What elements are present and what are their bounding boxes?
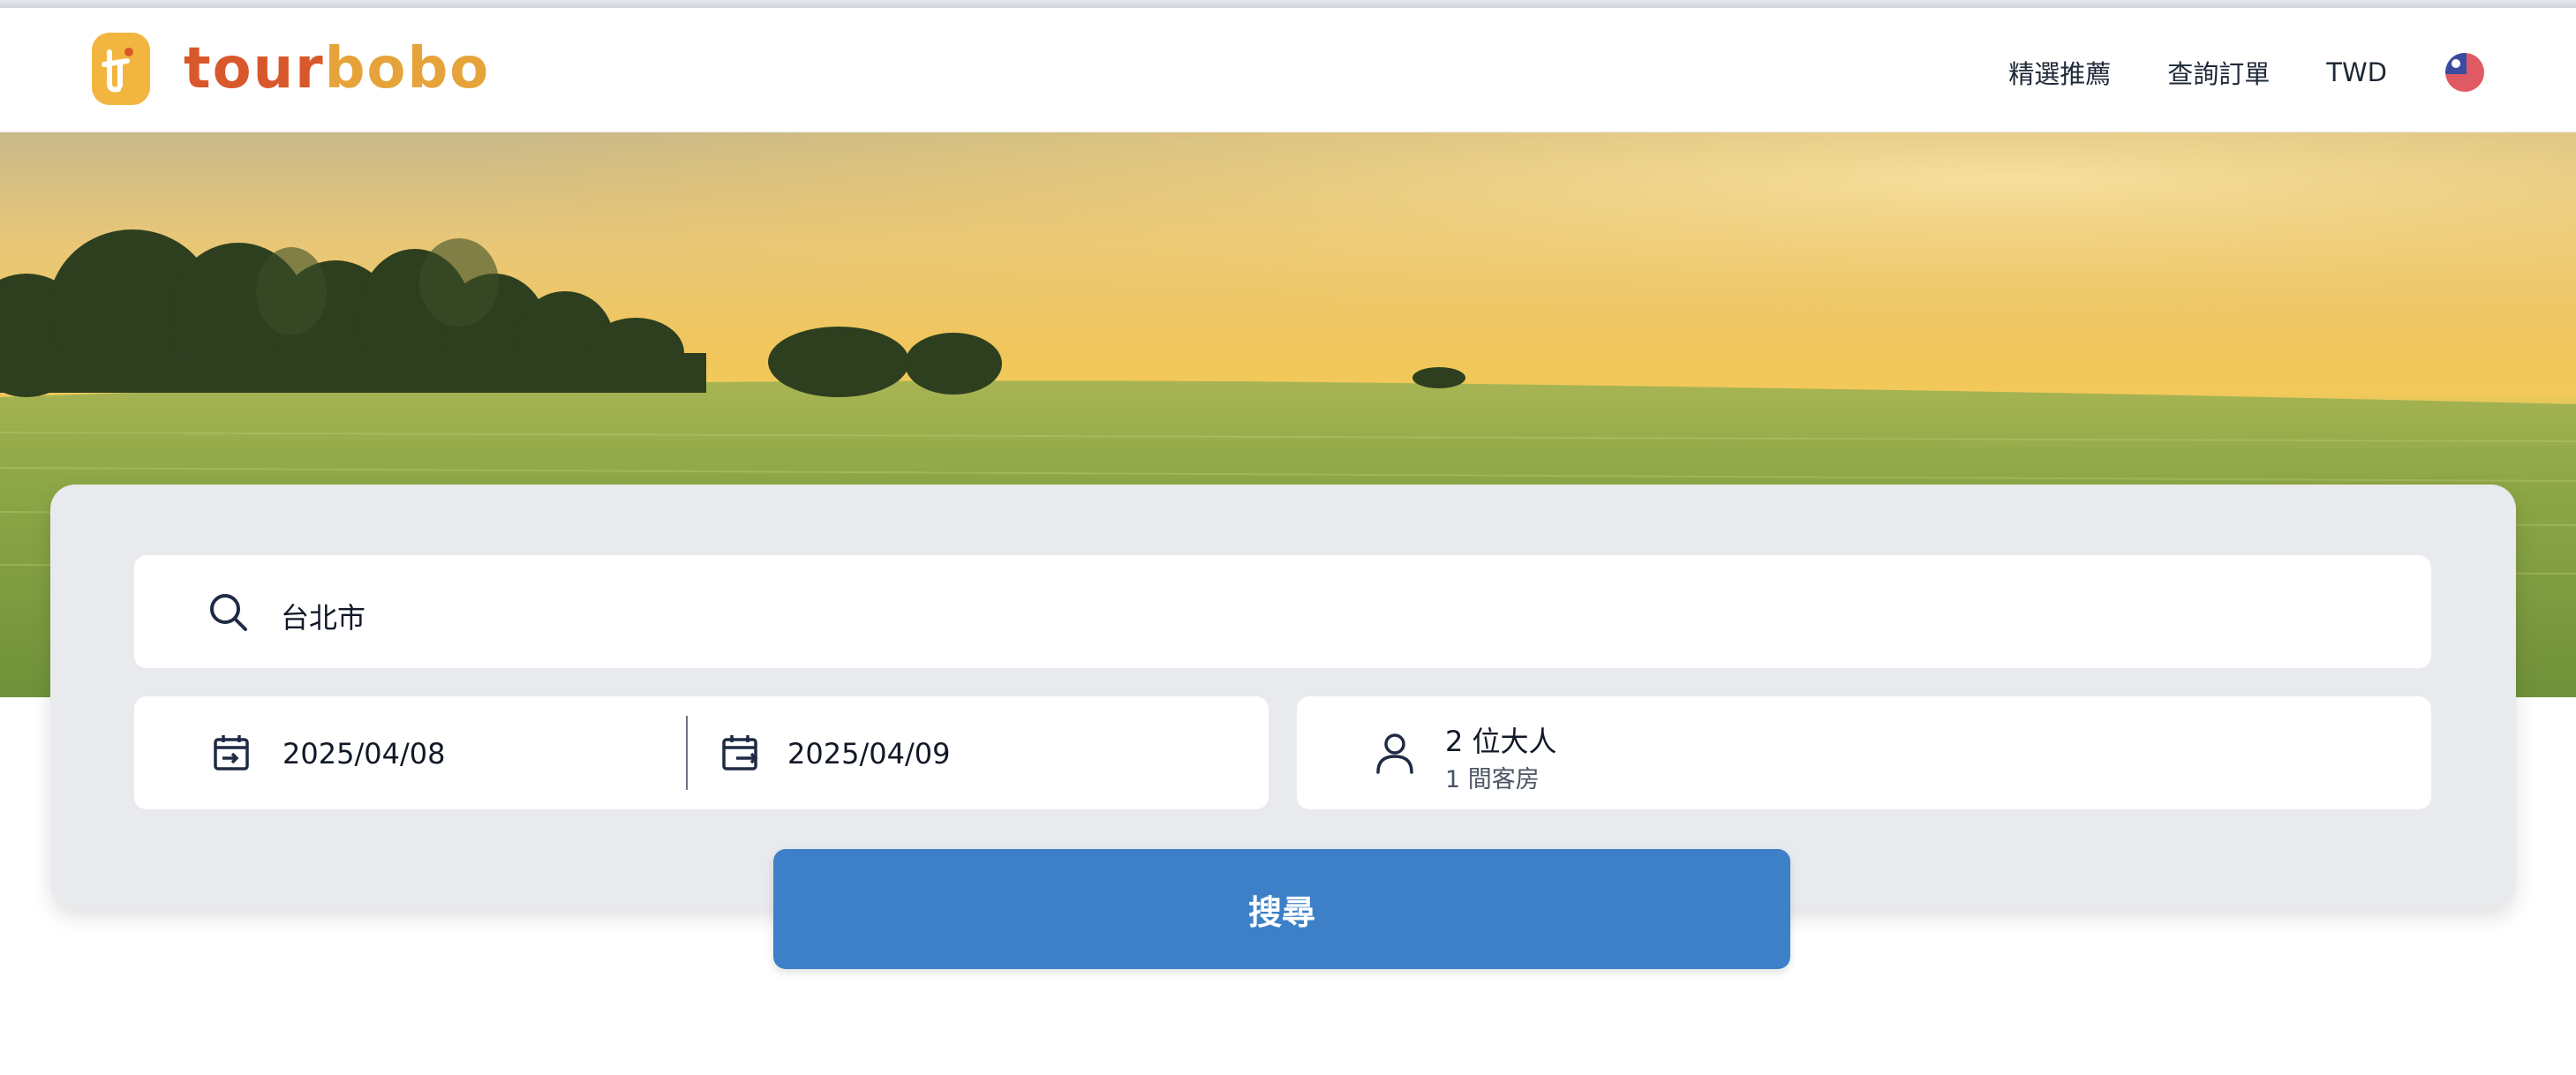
search-panel: 台北市 2025/04/08 2025/04/09 2 位大人 1 間客房 — [50, 485, 2516, 908]
guests-field[interactable]: 2 位大人 1 間客房 — [1297, 696, 2431, 809]
nav-currency[interactable]: TWD — [2326, 57, 2387, 87]
calendar-checkout-icon — [720, 733, 759, 776]
destination-field[interactable]: 台北市 — [134, 555, 2431, 668]
taiwan-flag-icon[interactable] — [2445, 53, 2484, 92]
nav-featured[interactable]: 精選推薦 — [2008, 54, 2111, 91]
guests-rooms-text: 1 間客房 — [1445, 766, 1540, 793]
page: tourbobo 精選推薦 查詢訂單 TWD 台北市 2025/04/08 20… — [0, 0, 2576, 1075]
site-header: tourbobo 精選推薦 查詢訂單 TWD — [0, 8, 2576, 132]
logo[interactable]: tourbobo — [92, 33, 490, 105]
date-range-field: 2025/04/08 2025/04/09 — [134, 696, 1269, 809]
logo-mark-icon — [92, 33, 150, 105]
calendar-checkin-icon — [212, 733, 251, 776]
checkin-date-value: 2025/04/08 — [282, 737, 446, 771]
logo-word-part2: bobo — [324, 36, 491, 101]
checkin-date-field[interactable]: 2025/04/08 — [134, 696, 686, 809]
flag-sun — [2452, 59, 2460, 68]
search-button[interactable]: 搜尋 — [773, 849, 1790, 969]
search-icon — [208, 592, 249, 636]
destination-value: 台北市 — [281, 601, 366, 635]
browser-top-border — [0, 0, 2576, 8]
nav-order-lookup[interactable]: 查詢訂單 — [2167, 54, 2270, 91]
guests-adults-text: 2 位大人 — [1445, 725, 1557, 758]
checkout-date-value: 2025/04/09 — [787, 737, 951, 771]
logo-word-part1: tour — [184, 36, 325, 101]
top-nav: 精選推薦 查詢訂單 TWD — [2008, 53, 2484, 92]
person-icon — [1375, 732, 1415, 779]
checkout-date-field[interactable]: 2025/04/09 — [687, 696, 1269, 809]
logo-wordmark: tourbobo — [184, 41, 490, 97]
